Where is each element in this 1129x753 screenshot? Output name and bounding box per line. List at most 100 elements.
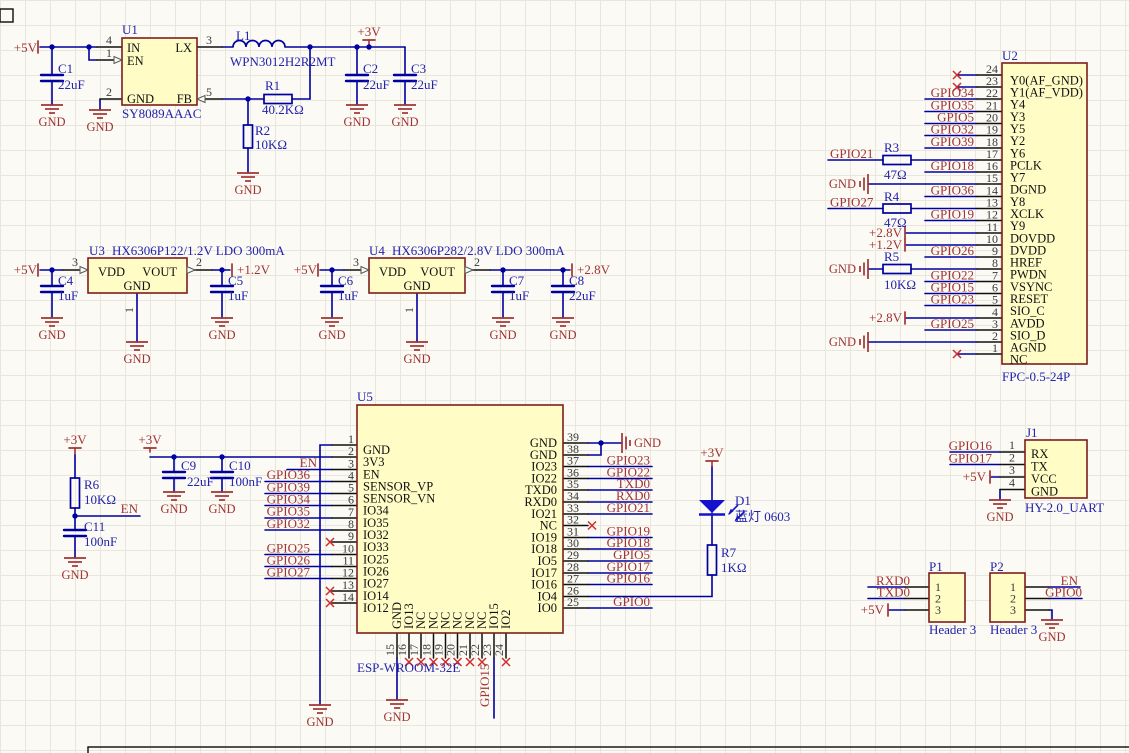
ground-symbol[interactable]: GND <box>343 105 370 129</box>
annotation-text[interactable]: 10KΩ <box>884 277 916 292</box>
ground-symbol[interactable]: GND <box>38 318 65 342</box>
wire[interactable] <box>320 445 332 705</box>
net-label[interactable]: +1.2V <box>237 262 271 277</box>
annotation-text[interactable]: R4 <box>884 189 900 204</box>
net-label[interactable]: GPIO27 <box>267 565 311 580</box>
ground-symbol[interactable]: GND <box>986 500 1013 524</box>
resistor-body[interactable] <box>883 156 911 165</box>
annotation-text[interactable]: U5 <box>357 389 373 404</box>
net-label[interactable]: GPIO23 <box>931 292 974 307</box>
annotation-text[interactable]: U2 <box>1002 48 1018 63</box>
annotation-text[interactable]: 1uF <box>509 288 529 303</box>
ground-symbol[interactable]: GND <box>403 342 430 366</box>
resistor-body[interactable] <box>71 478 80 508</box>
annotation-text[interactable]: Header 3 <box>990 622 1037 637</box>
ground-symbol[interactable]: GND <box>160 492 187 516</box>
annotation-text[interactable]: WPN3012H2R2MT <box>230 54 336 69</box>
ground-symbol[interactable]: GND <box>829 174 868 194</box>
annotation-text[interactable]: 1KΩ <box>721 560 747 575</box>
ground-symbol[interactable]: GND <box>622 433 661 453</box>
ground-symbol[interactable]: GND <box>208 318 235 342</box>
net-label[interactable]: GPIO16 <box>607 571 651 586</box>
annotation-text[interactable]: C7 <box>509 273 525 288</box>
annotation-text[interactable]: SY8089AAAC <box>122 106 201 121</box>
net-label[interactable]: +5V <box>294 262 318 277</box>
annotation-text[interactable]: Header 3 <box>929 622 976 637</box>
annotation-text[interactable]: 100nF <box>229 474 262 489</box>
ground-symbol[interactable]: GND <box>123 342 150 366</box>
annotation-text[interactable]: 1uF <box>228 288 248 303</box>
annotation-text[interactable]: FPC-0.5-24P <box>1002 369 1070 384</box>
resistor-body[interactable] <box>244 125 253 148</box>
net-label[interactable]: GPIO26 <box>931 243 975 258</box>
annotation-text[interactable]: U1 <box>122 22 138 37</box>
annotation-text[interactable]: 22uF <box>363 77 390 92</box>
net-label[interactable]: +3V <box>357 24 381 39</box>
annotation-text[interactable]: R7 <box>721 545 737 560</box>
annotation-text[interactable]: P2 <box>990 559 1004 574</box>
wire[interactable] <box>1049 610 1052 620</box>
annotation-text[interactable]: P1 <box>929 559 943 574</box>
annotation-text[interactable]: 10KΩ <box>84 492 116 507</box>
ground-symbol[interactable]: GND <box>1038 620 1065 644</box>
net-label[interactable]: EN <box>121 501 139 516</box>
net-label[interactable]: +3V <box>63 432 87 447</box>
ground-symbol[interactable]: GND <box>234 173 261 197</box>
annotation-text[interactable]: R3 <box>884 140 899 155</box>
ground-symbol[interactable]: GND <box>208 492 235 516</box>
annotation-text[interactable]: HY-2.0_UART <box>1025 500 1104 515</box>
annotation-text[interactable]: C9 <box>181 458 196 473</box>
ground-symbol[interactable]: GND <box>61 558 88 582</box>
annotation-text[interactable]: C1 <box>58 61 73 76</box>
ground-symbol[interactable]: GND <box>829 332 868 352</box>
annotation-text[interactable]: C11 <box>84 519 105 534</box>
net-label[interactable]: TXD0 <box>877 585 910 600</box>
ground-symbol[interactable]: GND <box>86 110 113 134</box>
net-label[interactable]: GPIO36 <box>931 183 975 198</box>
net-label[interactable]: +2.8V <box>869 310 903 325</box>
annotation-text[interactable]: 100nF <box>84 534 117 549</box>
annotation-text[interactable]: D1 <box>735 493 751 508</box>
net-label[interactable]: +1.2V <box>869 237 903 252</box>
net-label[interactable]: GPIO21 <box>830 146 873 161</box>
ground-symbol[interactable]: GND <box>383 700 410 724</box>
net-label[interactable]: GPIO15 <box>477 664 492 707</box>
annotation-text[interactable]: U3 <box>89 243 105 258</box>
net-label[interactable]: GPIO27 <box>830 195 874 210</box>
net-label[interactable]: +3V <box>138 432 162 447</box>
ground-symbol[interactable]: GND <box>38 105 65 129</box>
net-label[interactable]: GPIO17 <box>949 451 993 466</box>
net-label[interactable]: GPIO18 <box>931 158 974 173</box>
annotation-text[interactable]: 蓝灯 0603 <box>735 509 790 524</box>
ground-symbol[interactable]: GND <box>318 318 345 342</box>
net-label[interactable]: GPIO0 <box>613 594 650 609</box>
annotation-text[interactable]: 1uF <box>338 288 358 303</box>
ground-symbol[interactable]: GND <box>829 259 868 279</box>
resistor-body[interactable] <box>708 545 717 575</box>
annotation-text[interactable]: J1 <box>1026 425 1038 440</box>
annotation-text[interactable]: 22uF <box>411 77 438 92</box>
annotation-text[interactable]: 22uF <box>187 474 214 489</box>
annotation-text[interactable]: C2 <box>363 61 378 76</box>
net-label[interactable]: GPIO32 <box>267 516 310 531</box>
annotation-text[interactable]: 22uF <box>569 288 596 303</box>
net-label[interactable]: +5V <box>861 602 885 617</box>
annotation-text[interactable]: C6 <box>338 273 354 288</box>
annotation-text[interactable]: 22uF <box>58 77 85 92</box>
component-body-p2[interactable] <box>990 573 1025 622</box>
net-label[interactable]: GPIO19 <box>931 207 974 222</box>
annotation-text[interactable]: 10KΩ <box>255 137 287 152</box>
net-label[interactable]: +5V <box>14 40 38 55</box>
annotation-text[interactable]: U4 <box>369 243 385 258</box>
ground-symbol[interactable]: GND <box>549 318 576 342</box>
annotation-text[interactable]: R2 <box>255 123 270 138</box>
annotation-text[interactable]: L1 <box>236 28 250 43</box>
annotation-text[interactable]: 47Ω <box>884 167 907 182</box>
net-label[interactable]: +5V <box>14 262 38 277</box>
annotation-text[interactable]: 40.2KΩ <box>262 102 304 117</box>
annotation-text[interactable]: ESP-WROOM-32E <box>357 660 460 675</box>
net-label[interactable]: GPIO25 <box>931 316 974 331</box>
net-label[interactable]: GPIO0 <box>1045 585 1082 600</box>
annotation-text[interactable]: 1uF <box>58 288 78 303</box>
annotation-text[interactable]: C3 <box>411 61 426 76</box>
